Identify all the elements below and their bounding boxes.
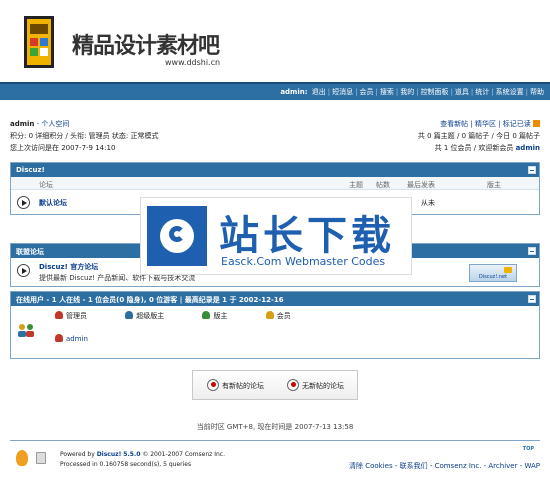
nav-item[interactable]: 系统设置 — [494, 88, 526, 96]
watermark-logo-icon — [147, 206, 207, 266]
legend-member: 会员 — [265, 311, 309, 321]
link-banner-logo[interactable]: Discuz!.net — [469, 264, 517, 282]
col-forum: 论坛 — [39, 181, 53, 189]
nav-item[interactable]: 会员 — [357, 88, 375, 96]
nav-item[interactable]: 道具 — [453, 88, 471, 96]
footer-divider — [10, 440, 540, 441]
watermark-title: 站长下载 — [219, 213, 395, 259]
section-title: Discuz! — [16, 166, 45, 174]
forward-icon — [17, 264, 30, 277]
forum-name-link[interactable]: 默认论坛 — [39, 198, 67, 208]
nav-username: admin: — [280, 88, 308, 96]
mod-person-icon — [202, 311, 211, 319]
back-to-top-link[interactable]: TOP — [523, 446, 534, 452]
footer-info: Powered by Discuz! 5.5.0 © 2001-2007 Com… — [60, 451, 225, 468]
top-navbar: admin: 退出 | 短消息 | 会员 | 搜索 | 我的 | 控制面板 | 道具 | 统计 | 系统设置 | 帮… — [0, 82, 550, 100]
watermark-overlay: 站长下载 Easck.Com Webmaster Codes — [140, 197, 412, 275]
online-legend: 管理员 超级版主 版主 会员 — [55, 311, 327, 321]
admin-person-icon — [55, 334, 63, 342]
collapse-icon[interactable] — [528, 295, 536, 303]
forum-column-headers: 论坛 主题 帖数 最后发表 版主 — [11, 177, 539, 190]
no-new-posts-legend[interactable]: 无新帖的论坛 — [287, 379, 344, 391]
user-info: admin - 个人空间 积分: 0 详细积分 / 头衔: 管理员 状态: 正常… — [10, 118, 158, 154]
watermark-subtitle: Easck.Com Webmaster Codes — [221, 255, 386, 268]
nav-item[interactable]: 统计 — [473, 88, 491, 96]
legend-mod: 版主 — [202, 311, 245, 321]
nav-item[interactable]: 控制面板 — [419, 88, 451, 96]
super-mod-person-icon — [125, 311, 134, 319]
new-posts-legend[interactable]: 有新帖的论坛 — [207, 379, 264, 391]
member-stats: 共 1 位会员 / 欢迎新会员 — [434, 144, 514, 152]
powered-by-link[interactable]: Discuz! — [97, 451, 122, 458]
bulb-icon — [16, 450, 28, 466]
nav-item[interactable]: 帮助 — [528, 88, 546, 96]
processed-info: Processed in 0.160758 second(s), 5 queri… — [60, 461, 192, 468]
version: 5.5.0 — [123, 451, 141, 458]
newest-member-link[interactable]: admin — [516, 144, 540, 152]
nav-item[interactable]: 搜索 — [378, 88, 396, 96]
page-header: 精品设计素材吧 www.ddshi.cn — [0, 0, 550, 82]
rss-icon[interactable] — [533, 120, 540, 127]
post-stats: 共 0 篇主题 / 0 篇帖子 / 今日 0 篇帖子 — [417, 132, 540, 140]
col-last-post: 最后发表 — [407, 181, 435, 189]
nav-menu: admin: 退出 | 短消息 | 会员 | 搜索 | 我的 | 控制面板 | 道具 | 统计 | 系统设置 | 帮… — [280, 87, 546, 97]
copyright: © 2001-2007 Comsenz Inc. — [142, 451, 225, 458]
logo-icon — [18, 14, 62, 72]
last-visit: 您上次访问是在 2007-7-9 14:10 — [10, 144, 116, 152]
online-user-item[interactable]: admin — [55, 334, 88, 343]
online-users-icon — [18, 324, 34, 337]
section-header: 在线用户 - 1 人在线 - 1 位会员(0 隐身), 0 位游客 | 最高纪录… — [11, 292, 539, 306]
nav-item[interactable]: 我的 — [398, 88, 416, 96]
col-moderator: 版主 — [487, 181, 501, 189]
col-topics: 主题 — [349, 181, 363, 189]
collapse-icon[interactable] — [528, 166, 536, 174]
site-url: www.ddshi.cn — [165, 58, 221, 67]
online-user-link[interactable]: admin — [66, 335, 88, 343]
user-credits: 积分: 0 详细积分 / 头衔: 管理员 状态: 正常模式 — [10, 132, 159, 140]
section-header: Discuz! — [11, 163, 539, 177]
new-posts-icon — [207, 379, 219, 391]
forum-stats: 查看新帖 | 精华区 | 标记已读 共 0 篇主题 / 0 篇帖子 / 今日 0… — [418, 118, 540, 154]
nav-item[interactable]: 退出 — [310, 88, 328, 96]
personal-space-link[interactable]: - 个人空间 — [37, 120, 70, 128]
legend-buttons: 有新帖的论坛 无新帖的论坛 — [192, 370, 358, 400]
time-info: 当前时区 GMT+8, 现在时间是 2007-7-13 13:58 — [196, 423, 354, 431]
col-posts: 帖数 — [376, 181, 390, 189]
admin-person-icon — [55, 311, 63, 319]
link-title[interactable]: Discuz! 官方论坛 — [39, 262, 98, 272]
online-users-panel: 管理员 超级版主 版主 会员 admin — [11, 306, 539, 358]
collapse-icon[interactable] — [528, 247, 536, 255]
forum-last-post: 从未 — [421, 199, 435, 207]
shield-icon — [36, 452, 46, 464]
quick-links[interactable]: 查看新帖 | 精华区 | 标记已读 — [440, 120, 531, 128]
site-title: 精品设计素材吧 — [72, 34, 220, 59]
forum-status-icon — [17, 196, 30, 209]
section-title: 在线用户 - 1 人在线 - 1 位会员(0 隐身), 0 位游客 | 最高纪录… — [16, 296, 284, 304]
username[interactable]: admin — [10, 120, 34, 128]
legend-admin: 管理员 — [55, 311, 105, 321]
footer-links[interactable]: 清除 Cookies - 联系我们 - Comsenz Inc. - Archi… — [349, 461, 540, 471]
legend-super-mod: 超级版主 — [125, 311, 182, 321]
member-person-icon — [265, 311, 274, 319]
no-new-posts-icon — [287, 379, 299, 391]
online-section: 在线用户 - 1 人在线 - 1 位会员(0 隐身), 0 位游客 | 最高纪录… — [10, 291, 540, 359]
section-title: 联盟论坛 — [16, 248, 44, 256]
nav-item[interactable]: 短消息 — [330, 88, 355, 96]
